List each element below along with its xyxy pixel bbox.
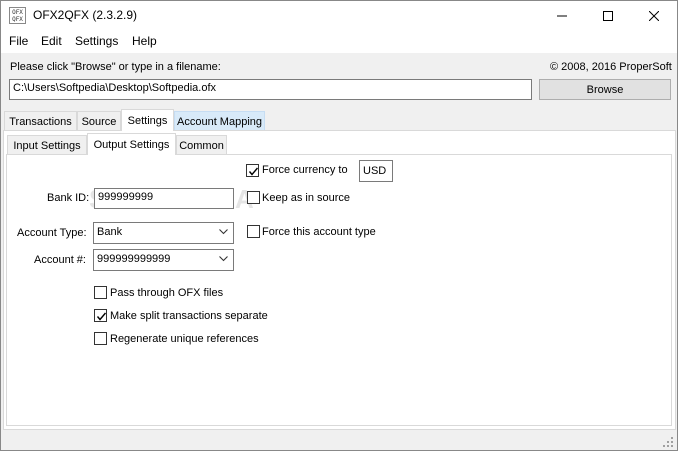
account-type-value: Bank (97, 226, 123, 238)
account-type-label: Account Type: (17, 227, 87, 239)
tab-common[interactable]: Common (176, 135, 227, 155)
app-window: OFX QFX OFX2QFX (2.3.2.9) File Edit Sett… (0, 0, 678, 451)
maximize-icon (603, 11, 613, 21)
status-bar (1, 432, 677, 450)
pass-through-checkbox[interactable] (94, 286, 107, 299)
browse-button[interactable]: Browse (539, 79, 671, 100)
keep-source-label: Keep as in source (262, 192, 351, 204)
account-type-select[interactable]: Bank (93, 222, 234, 244)
minimize-button[interactable] (539, 1, 585, 31)
menu-settings[interactable]: Settings (75, 34, 118, 48)
copyright-label: © 2008, 2016 ProperSoft (550, 61, 672, 73)
split-transactions-checkbox[interactable] (94, 309, 107, 322)
tab-settings[interactable]: Settings (121, 109, 174, 131)
menu-bar: File Edit Settings Help (1, 31, 677, 53)
close-icon (649, 11, 659, 21)
account-num-value: 999999999999 (97, 253, 171, 265)
regenerate-references-checkbox[interactable] (94, 332, 107, 345)
file-prompt-label: Please click "Browse" or type in a filen… (10, 61, 221, 73)
resize-grip-icon[interactable] (662, 436, 674, 448)
file-path-input[interactable]: C:\Users\Softpedia\Desktop\Softpedia.ofx (9, 79, 532, 100)
menu-file[interactable]: File (9, 34, 28, 48)
tab-source[interactable]: Source (77, 111, 121, 131)
menu-edit[interactable]: Edit (41, 34, 62, 48)
pass-through-label: Pass through OFX files (110, 287, 224, 299)
chevron-down-icon (219, 229, 228, 235)
bank-id-label: Bank ID: (47, 192, 90, 204)
tab-output-settings[interactable]: Output Settings (87, 133, 176, 155)
close-button[interactable] (631, 1, 677, 31)
minimize-icon (557, 15, 567, 17)
force-currency-label: Force currency to (262, 164, 348, 176)
title-bar: OFX QFX OFX2QFX (2.3.2.9) (1, 1, 677, 31)
separator (9, 215, 669, 216)
account-num-label: Account #: (34, 254, 86, 266)
split-transactions-label: Make split transactions separate (110, 310, 268, 322)
menu-help[interactable]: Help (132, 34, 157, 48)
regenerate-references-label: Regenerate unique references (110, 333, 259, 345)
maximize-button[interactable] (585, 1, 631, 31)
tab-input-settings[interactable]: Input Settings (7, 135, 87, 155)
force-account-type-label: Force this account type (262, 226, 376, 238)
currency-input[interactable]: USD (359, 160, 393, 182)
separator (9, 183, 669, 184)
checkmark-icon (96, 312, 107, 321)
force-account-type-checkbox[interactable] (247, 225, 260, 238)
window-title: OFX2QFX (2.3.2.9) (33, 8, 138, 22)
checkmark-icon (248, 167, 259, 176)
force-currency-checkbox[interactable] (246, 164, 259, 177)
bank-id-input[interactable]: 999999999 (94, 188, 234, 209)
account-num-select[interactable]: 999999999999 (93, 249, 234, 271)
keep-source-checkbox[interactable] (247, 191, 260, 204)
tab-transactions[interactable]: Transactions (4, 111, 77, 131)
separator (9, 277, 669, 278)
tab-account-mapping[interactable]: Account Mapping (174, 111, 265, 131)
chevron-down-icon (219, 256, 228, 262)
app-icon: OFX QFX (9, 7, 26, 24)
